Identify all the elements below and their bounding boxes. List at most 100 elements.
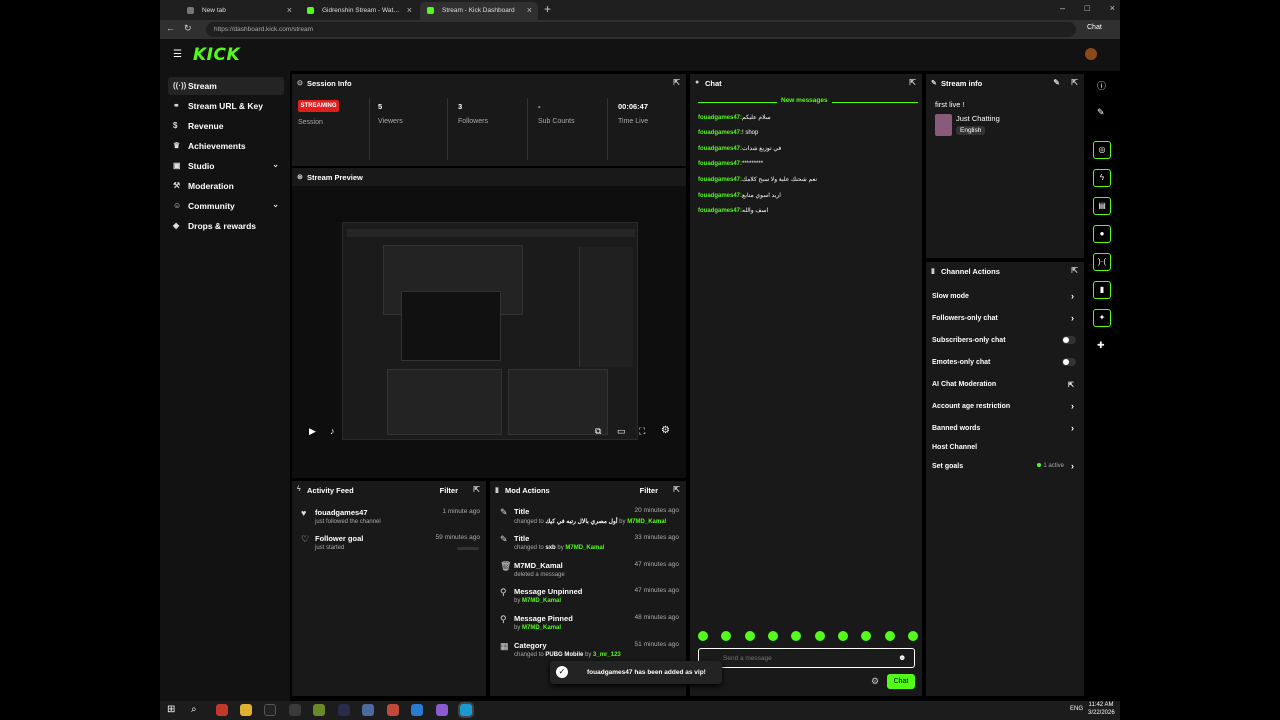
popout-icon[interactable]: ⇱ <box>673 485 680 494</box>
browser-tab[interactable]: New tab × <box>180 2 298 20</box>
add-widget-icon[interactable]: ✚ <box>1097 340 1105 351</box>
close-tab-icon[interactable]: × <box>287 5 292 15</box>
avatar[interactable] <box>1085 48 1097 60</box>
edge-browser-icon[interactable] <box>460 704 472 716</box>
action-subscribers-only[interactable]: Subscribers-only chat <box>932 336 1078 351</box>
chat-username[interactable]: fouadgames47: <box>698 115 742 121</box>
emote-icon[interactable] <box>791 631 802 641</box>
action-account-age[interactable]: Account age restriction › <box>932 401 1078 417</box>
sidebar-item-studio[interactable]: ▣ Studio ⌄ <box>168 157 284 175</box>
close-window-icon[interactable]: × <box>1110 3 1115 13</box>
rail-signal-icon[interactable]: )·( <box>1093 253 1111 271</box>
browser-tab[interactable]: Gidrenshin Stream - Watch Li... × <box>300 2 418 20</box>
play-icon[interactable]: ▶ <box>309 426 316 437</box>
emote-icon[interactable] <box>907 631 918 641</box>
taskbar-app-icon[interactable] <box>216 704 228 716</box>
chat-username[interactable]: fouadgames47: <box>698 177 742 183</box>
browser-tab-active[interactable]: Stream - Kick Dashboard × <box>420 2 538 20</box>
toggle-switch[interactable] <box>1062 336 1076 344</box>
rail-wrench-icon[interactable]: ✦ <box>1093 309 1111 327</box>
sidebar-item-achievements[interactable]: ♛ Achievements <box>168 137 284 155</box>
emote-icon[interactable] <box>698 631 708 641</box>
action-ai-moderation[interactable]: AI Chat Moderation ⇱ <box>932 381 1078 395</box>
toggle-switch[interactable] <box>1062 358 1076 366</box>
moderator-name[interactable]: M7MD_Kamal <box>627 519 666 525</box>
moderator-name[interactable]: M7MD_Kamal <box>522 598 561 604</box>
emote-icon[interactable] <box>767 631 778 641</box>
rail-camera-icon[interactable]: ◎ <box>1093 141 1111 159</box>
sidebar-item-community[interactable]: ☺ Community ⌄ <box>168 197 284 215</box>
tiktok-icon[interactable] <box>264 704 276 716</box>
new-tab-plus-icon[interactable]: + <box>544 2 551 16</box>
minimize-icon[interactable]: – <box>1060 3 1065 13</box>
action-banned-words[interactable]: Banned words › <box>932 423 1078 439</box>
sidebar-item-moderation[interactable]: ⚒ Moderation <box>168 177 284 195</box>
action-followers-only[interactable]: Followers-only chat › <box>932 313 1078 329</box>
action-set-goals[interactable]: Set goals 1 active › <box>932 461 1078 477</box>
info-icon[interactable]: ⓘ <box>1097 79 1106 92</box>
emote-icon[interactable] <box>861 631 872 641</box>
action-emotes-only[interactable]: Emotes-only chat <box>932 358 1078 373</box>
chat-message-input[interactable] <box>698 648 915 668</box>
emote-icon[interactable] <box>837 631 848 641</box>
action-slow-mode[interactable]: Slow mode › <box>932 291 1078 307</box>
popout-icon[interactable]: ⇱ <box>473 485 480 494</box>
chat-username[interactable]: fouadgames47: <box>698 130 742 136</box>
windows-start-icon[interactable]: ⊞ <box>167 704 175 715</box>
taskbar-app-icon[interactable] <box>289 704 301 716</box>
emoji-icon[interactable]: ☻ <box>898 653 906 662</box>
menu-icon[interactable]: ☰ <box>173 49 182 60</box>
pencil-icon[interactable]: ✎ <box>1097 107 1105 118</box>
filter-button[interactable]: Filter <box>640 486 658 495</box>
popout-icon[interactable]: ⇱ <box>909 78 916 87</box>
maximize-icon[interactable]: □ <box>1085 3 1090 13</box>
close-tab-icon[interactable]: × <box>407 5 412 15</box>
pip-icon[interactable]: ⧉ <box>595 426 601 437</box>
edit-icon[interactable]: ✎ <box>1053 78 1060 87</box>
fullscreen-icon[interactable]: ⛶ <box>639 426 645 437</box>
chat-username[interactable]: fouadgames47: <box>698 146 742 152</box>
rail-document-icon[interactable]: ▤ <box>1093 197 1111 215</box>
rail-shield-icon[interactable]: ▮ <box>1093 281 1111 299</box>
chat-settings-icon[interactable]: ⚙ <box>871 676 879 687</box>
chat-send-button[interactable]: Chat <box>887 674 915 689</box>
folder-icon[interactable] <box>240 704 252 716</box>
action-host-channel[interactable]: Host Channel <box>932 444 1078 458</box>
sidebar-item-stream[interactable]: ((·)) Stream <box>168 77 284 95</box>
obs-icon[interactable] <box>338 704 350 716</box>
taskbar-app-icon[interactable] <box>411 704 423 716</box>
search-icon[interactable]: ⌕ <box>191 704 197 715</box>
sidebar-item-stream-url[interactable]: ⚭ Stream URL & Key <box>168 97 284 115</box>
kick-logo[interactable]: KICK <box>193 45 240 65</box>
emote-icon[interactable] <box>814 631 825 641</box>
chat-username[interactable]: fouadgames47: <box>698 208 742 214</box>
sidebar-item-drops[interactable]: ◆ Drops & rewards <box>168 217 284 235</box>
url-field[interactable]: https://dashboard.kick.com/stream <box>206 22 1076 37</box>
moderator-name[interactable]: M7MD_Kamal <box>565 545 604 551</box>
chat-username[interactable]: fouadgames47: <box>698 193 742 199</box>
copilot-chat-button[interactable]: Chat <box>1087 24 1102 31</box>
popout-icon[interactable]: ⇱ <box>673 78 680 87</box>
back-icon[interactable]: ← <box>166 23 175 33</box>
rail-chat-icon[interactable]: ● <box>1093 225 1111 243</box>
chat-username[interactable]: fouadgames47: <box>698 161 742 167</box>
taskbar-app-icon[interactable] <box>313 704 325 716</box>
emote-icon[interactable] <box>744 631 755 641</box>
rail-bolt-icon[interactable]: ϟ <box>1093 169 1111 187</box>
moderator-name[interactable]: 3_mr_123 <box>593 652 621 658</box>
popout-icon[interactable]: ⇱ <box>1071 266 1078 275</box>
sidebar-item-revenue[interactable]: $ Revenue <box>168 117 284 135</box>
taskbar-app-icon[interactable] <box>387 704 399 716</box>
emote-icon[interactable] <box>721 631 732 641</box>
emote-icon[interactable] <box>884 631 895 641</box>
volume-icon[interactable]: ♪ <box>330 426 335 436</box>
taskbar-app-icon[interactable] <box>362 704 374 716</box>
close-tab-icon[interactable]: × <box>527 5 532 15</box>
video-frame[interactable] <box>342 222 638 440</box>
refresh-icon[interactable]: ↻ <box>184 23 192 34</box>
filter-button[interactable]: Filter <box>440 486 458 495</box>
settings-gear-icon[interactable]: ⚙ <box>661 425 670 436</box>
taskbar-app-icon[interactable] <box>436 704 448 716</box>
theater-icon[interactable]: ▭ <box>617 426 626 437</box>
category-name[interactable]: Just Chatting <box>956 114 1000 123</box>
